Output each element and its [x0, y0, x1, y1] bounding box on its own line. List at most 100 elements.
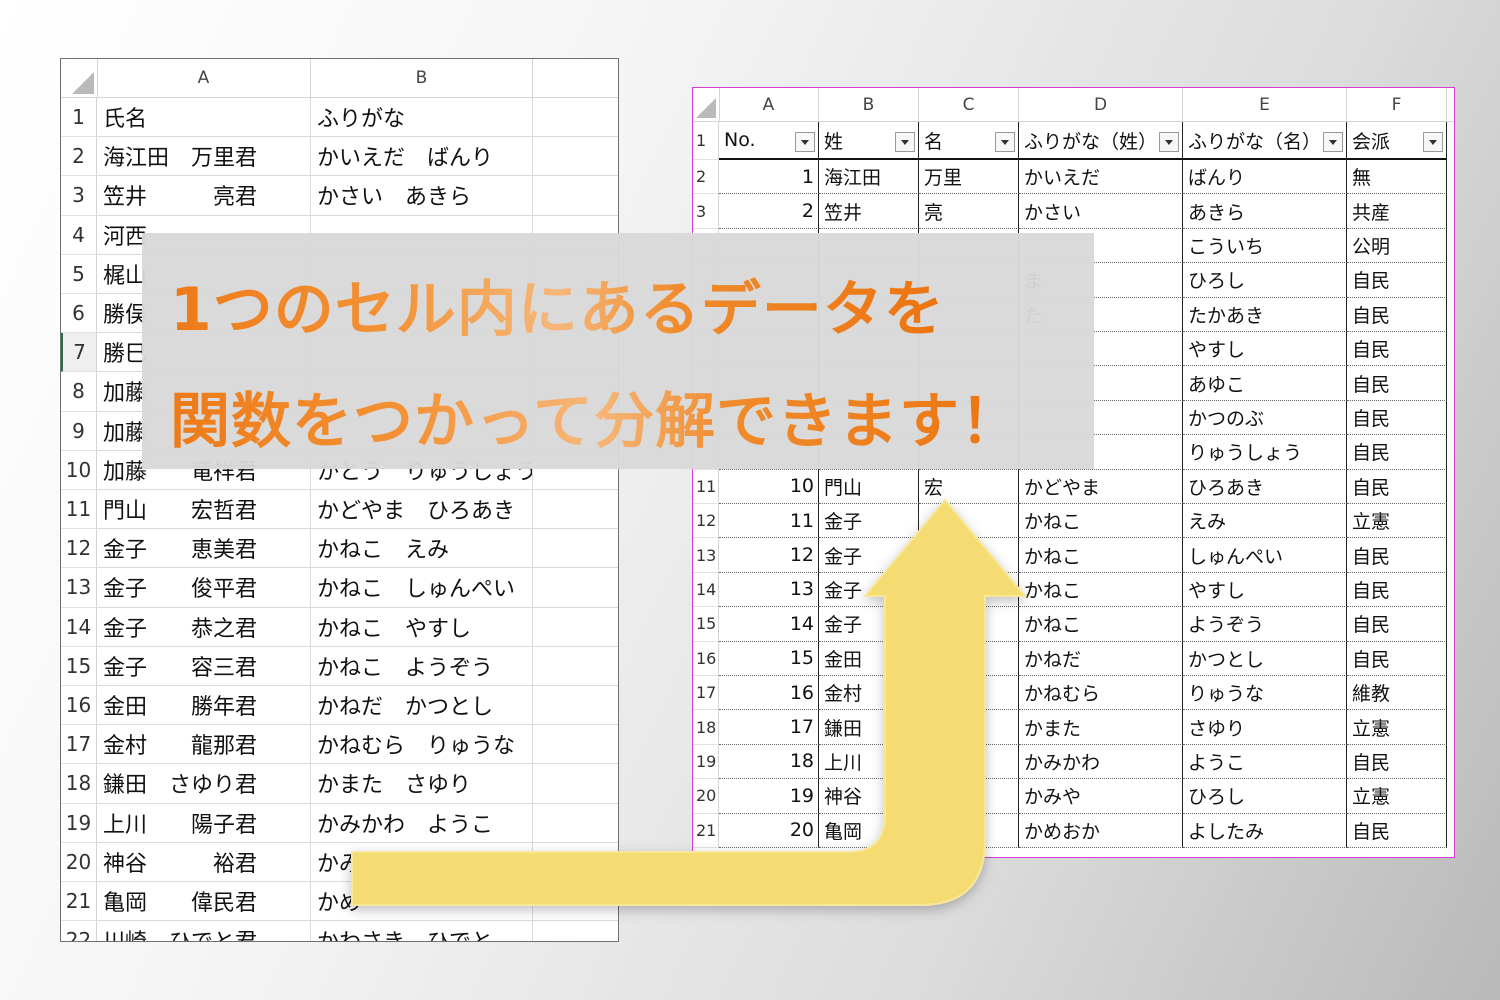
filter-dropdown-icon[interactable] [895, 132, 915, 152]
cell-a[interactable]: 海江田 万里君 [97, 137, 311, 177]
cell-given-kana[interactable]: あゆこ [1183, 366, 1347, 401]
cell-b[interactable]: かいえだ ばんり [311, 137, 533, 177]
cell-b[interactable]: かねこ ようぞう [311, 646, 533, 686]
row-header[interactable]: 15 [61, 646, 97, 686]
cell-no[interactable]: 14 [719, 607, 819, 642]
cell-a[interactable]: 金子 恭之君 [97, 607, 311, 647]
cell-faction[interactable]: 自民 [1347, 400, 1447, 436]
cell-faction[interactable]: 自民 [1347, 332, 1447, 367]
cell-surname-kana[interactable]: かねむら [1019, 676, 1183, 711]
row-header[interactable]: 11 [693, 469, 719, 504]
cell-given-kana[interactable]: しゅんぺい [1183, 538, 1347, 573]
cell-surname-kana[interactable]: かいえだ [1019, 160, 1183, 195]
column-header-f[interactable]: F [1347, 88, 1447, 121]
cell-given-kana[interactable]: かつとし [1183, 641, 1347, 676]
cell-no[interactable]: 18 [719, 744, 819, 780]
cell-surname[interactable]: 神谷 [819, 779, 919, 814]
row-header[interactable]: 14 [693, 572, 719, 608]
row-header[interactable]: 17 [61, 725, 97, 765]
cell-given-kana[interactable]: よしたみ [1183, 813, 1347, 848]
cell-a[interactable]: 氏名 [97, 98, 311, 138]
row-header[interactable]: 16 [61, 686, 97, 726]
cell-no[interactable]: 16 [719, 676, 819, 711]
cell-given-name[interactable] [919, 504, 1019, 539]
row-header[interactable]: 18 [61, 764, 97, 804]
cell-a[interactable]: 笠井 亮君 [97, 176, 311, 216]
cell-surname[interactable]: 上川 [819, 744, 919, 780]
cell-a[interactable]: 門山 宏哲君 [97, 490, 311, 530]
cell-given-kana[interactable]: こういち [1183, 228, 1347, 264]
row-header[interactable]: 19 [61, 803, 97, 843]
filter-dropdown-icon[interactable] [1423, 132, 1443, 152]
row-header[interactable]: 20 [61, 842, 97, 882]
row-header[interactable]: 12 [693, 504, 719, 539]
cell-no[interactable]: 15 [719, 641, 819, 676]
header-cell-given-kana[interactable]: ふりがな（名） [1183, 122, 1347, 160]
column-header-b[interactable]: B [311, 59, 533, 97]
row-header[interactable]: 8 [61, 372, 97, 412]
cell-surname-kana[interactable]: かみかわ [1019, 744, 1183, 780]
cell-faction[interactable]: 維教 [1347, 676, 1447, 711]
cell-faction[interactable]: 立憲 [1347, 779, 1447, 814]
cell-surname[interactable]: 鎌田 [819, 710, 919, 745]
select-all-corner[interactable] [61, 59, 98, 97]
filter-dropdown-icon[interactable] [795, 132, 815, 152]
cell-a[interactable]: 鎌田 さゆり君 [97, 764, 311, 804]
cell-given-kana[interactable]: たかあき [1183, 297, 1347, 332]
cell-given-kana[interactable]: ようぞう [1183, 607, 1347, 642]
cell-a[interactable]: 上川 陽子君 [97, 803, 311, 843]
filter-dropdown-icon[interactable] [995, 132, 1015, 152]
cell-given-kana[interactable]: りゅうな [1183, 676, 1347, 711]
row-header[interactable]: 13 [693, 538, 719, 573]
cell-empty[interactable] [533, 608, 618, 647]
cell-given-name[interactable]: 宏 [919, 469, 1019, 504]
cell-empty[interactable] [533, 529, 618, 569]
cell-empty[interactable] [533, 804, 618, 843]
cell-b[interactable]: かみかわ ようこ [311, 803, 533, 843]
cell-given-name[interactable] [919, 607, 1019, 642]
cell-no[interactable]: 11 [719, 504, 819, 539]
cell-given-kana[interactable]: さゆり [1183, 710, 1347, 745]
cell-empty[interactable] [533, 176, 618, 216]
row-header[interactable]: 15 [693, 607, 719, 642]
cell-given-kana[interactable]: かつのぶ [1183, 400, 1347, 436]
cell-a[interactable]: 金子 俊平君 [97, 568, 311, 608]
cell-given-name[interactable] [919, 572, 1019, 608]
cell-given-name[interactable] [919, 779, 1019, 814]
cell-faction[interactable]: 自民 [1347, 641, 1447, 676]
cell-empty[interactable] [533, 647, 618, 686]
cell-faction[interactable]: 自民 [1347, 469, 1447, 504]
cell-empty[interactable] [533, 686, 618, 726]
cell-faction[interactable]: 自民 [1347, 538, 1447, 573]
cell-b[interactable]: かねむら りゅうな [311, 725, 533, 765]
cell-b[interactable]: かねこ やすし [311, 607, 533, 647]
row-header[interactable]: 3 [693, 194, 719, 229]
column-header-e[interactable]: E [1183, 88, 1347, 121]
cell-a[interactable]: 川崎 ひでと君 [97, 921, 311, 941]
cell-given-name[interactable] [919, 538, 1019, 573]
cell-empty[interactable] [533, 843, 618, 882]
cell-surname-kana[interactable]: かめおか [1019, 813, 1183, 848]
cell-given-kana[interactable]: ひろし [1183, 779, 1347, 814]
cell-surname[interactable]: 亀岡 [819, 813, 919, 848]
row-header[interactable]: 18 [693, 710, 719, 745]
column-header-a[interactable]: A [97, 59, 311, 97]
cell-a[interactable]: 金子 恵美君 [97, 529, 311, 569]
cell-surname[interactable]: 海江田 [819, 160, 919, 195]
row-header[interactable]: 1 [693, 122, 719, 160]
cell-given-kana[interactable]: ばんり [1183, 160, 1347, 195]
cell-faction[interactable]: 自民 [1347, 744, 1447, 780]
cell-given-name[interactable] [919, 744, 1019, 780]
header-cell-given-name[interactable]: 名 [919, 122, 1019, 160]
cell-b[interactable]: かねだ かつとし [311, 686, 533, 726]
cell-given-name[interactable] [919, 676, 1019, 711]
cell-given-kana[interactable]: やすし [1183, 572, 1347, 608]
cell-b[interactable]: ふりがな [311, 98, 533, 138]
column-header-a[interactable]: A [719, 88, 819, 121]
header-cell-surname[interactable]: 姓 [819, 122, 919, 160]
select-all-corner[interactable] [693, 88, 720, 121]
cell-given-kana[interactable]: ひろあき [1183, 469, 1347, 504]
row-header[interactable]: 21 [693, 813, 719, 848]
cell-given-kana[interactable]: ようこ [1183, 744, 1347, 780]
header-cell-no[interactable]: No. [719, 122, 819, 160]
